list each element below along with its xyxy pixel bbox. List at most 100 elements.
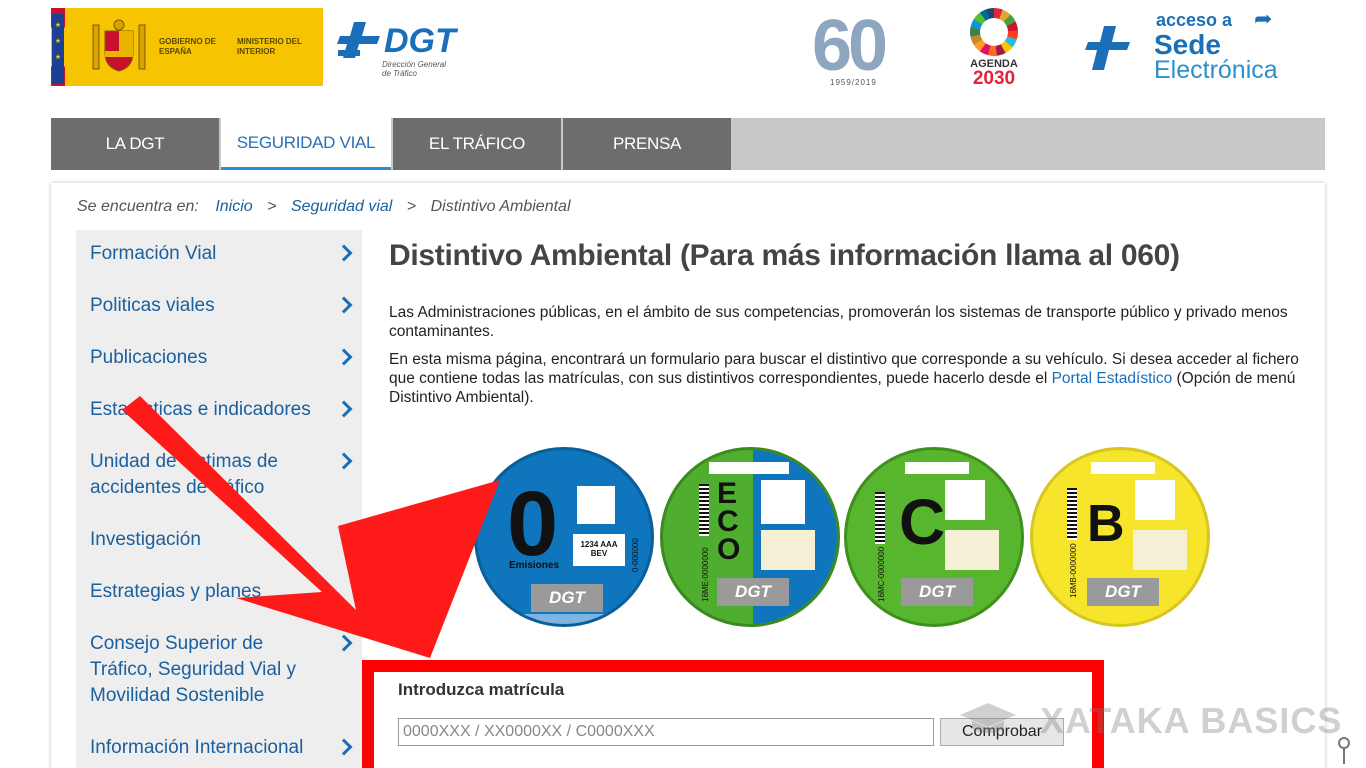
sidebar-item-estrategias[interactable]: Estrategias y planes [76,579,362,605]
sidebar-item-formacion-vial[interactable]: Formación Vial [76,241,362,267]
dgt-logo[interactable]: DGT Dirección General de Tráfico [336,14,476,84]
sidebar-item-label: Unidad de víctimas de accidentes de tráf… [90,451,278,498]
sticker-plate-type: BEV [590,549,608,558]
breadcrumb-current: Distintivo Ambiental [430,198,571,215]
sidebar-item-investigacion[interactable]: Investigación [76,527,362,553]
sticker-dgt-badge: DGT [901,578,973,606]
sticker-label-strip [1091,462,1155,474]
sidebar-item-politicas-viales[interactable]: Politicas viales [76,293,362,319]
sidebar-item-consejo-superior[interactable]: Consejo Superior de Tráfico, Seguridad V… [76,631,362,709]
sidebar-item-label: Formación Vial [90,243,217,264]
sticker-hologram [945,480,985,520]
sticker-letter: B [1087,495,1125,553]
breadcrumb-prefix: Se encuentra en: [77,198,199,215]
eu-flag-icon [51,8,65,86]
gobierno-label: GOBIERNO DE ESPAÑA [159,37,216,56]
sticker-hologram [761,480,805,524]
sticker-code: 16ME-0000000 [701,547,710,602]
sidebar-item-label: Información Internacional [90,737,304,758]
sticker-c: C 16MC-0000000 DGT [844,447,1024,627]
sticker-code: 16MC-0000000 [877,546,886,602]
intro-paragraph: Las Administraciones públicas, en el ámb… [389,304,1288,340]
sdg-wheel-icon [970,8,1018,56]
sidebar-item-label: Investigación [90,529,201,550]
sidebar-item-label: Consejo Superior de Tráfico, Seguridad V… [90,633,296,706]
chevron-right-icon [335,634,353,652]
sidebar-item-publicaciones[interactable]: Publicaciones [76,345,362,371]
chevron-right-icon [335,296,353,314]
tab-seguridad-vial[interactable]: SEGURIDAD VIAL [221,118,391,170]
tab-la-dgt[interactable]: LA DGT [51,118,219,170]
breadcrumb-separator: > [267,198,277,215]
chevron-right-icon [335,400,353,418]
dgt-mark-icon [1085,26,1130,70]
sidebar-item-label: Politicas viales [90,295,215,316]
dgt-subtitle: Dirección General de Tráfico [382,60,447,78]
sticker-hologram [1135,480,1175,520]
sticker-eco: ECO 16ME-0000000 DGT [660,447,840,627]
agenda-year: 2030 [972,68,1016,89]
chevron-right-icon [335,244,353,262]
barcode-icon [699,484,709,536]
sidebar-item-label: Estrategias y planes [90,581,262,602]
tab-el-trafico[interactable]: EL TRÁFICO [393,118,561,170]
sticker-code: 16MB-0000000 [1069,543,1078,598]
ministerio-label: MINISTERIO DEL INTERIOR [237,37,302,56]
sticker-label-strip [905,462,969,474]
chevron-right-icon [335,348,353,366]
info-paragraph: En esta misma página, encontrará un form… [389,350,1309,407]
chevron-right-icon [335,738,353,756]
sticker-dgt-badge: DGT [717,578,789,606]
sidebar: Formación Vial Politicas viales Publicac… [76,230,362,768]
plate-input[interactable] [398,718,934,746]
location-pin-icon[interactable] [1336,736,1352,764]
sticker-letter: 0 [507,473,559,575]
sidebar-item-informacion-internacional[interactable]: Información Internacional [76,735,362,761]
watermark: XATAKA BASICS [1040,700,1343,741]
barcode-icon [875,492,885,544]
sticker-label-strip [709,462,789,474]
dgt-wordmark: DGT [384,22,456,60]
graduation-cap-icon [960,703,1016,733]
sticker-security-pattern [761,530,815,570]
sidebar-item-label: Estadísticas e indicadores [90,399,311,420]
sticker-dgt-badge: DGT [1087,578,1159,606]
anniversary-number: 60 [812,6,888,86]
sticker-subtitle: Emisiones [509,560,560,571]
coat-of-arms-icon [92,19,146,72]
anniversary-years: 1959/2019 [830,78,877,87]
chevron-right-icon [335,452,353,470]
sticker-cero: 0 Emisiones 1234 AAA BEV 0-000000 DGT [474,447,654,627]
sidebar-item-label: Publicaciones [90,347,208,368]
gobierno-logo[interactable]: GOBIERNO DE ESPAÑA MINISTERIO DEL INTERI… [51,8,323,86]
sidebar-item-estadisticas[interactable]: Estadísticas e indicadores [76,397,362,423]
breadcrumb-inicio[interactable]: Inicio [215,198,252,215]
barcode-icon [1067,488,1077,540]
tab-prensa[interactable]: PRENSA [563,118,731,170]
sticker-letter: ECO [717,477,741,566]
portal-estadistico-link[interactable]: Portal Estadístico [1052,370,1173,387]
sticker-dgt-badge: DGT [531,584,603,612]
sede-prefix: acceso a [1156,10,1233,30]
breadcrumb: Se encuentra en: Inicio > Seguridad vial… [77,198,571,216]
sticker-letter: C [899,486,946,558]
share-arrow-icon: ➦ [1254,6,1273,31]
breadcrumb-separator: > [406,198,417,215]
anniversary-logo: 60 1959/2019 [812,8,908,90]
agenda-2030-logo[interactable]: AGENDA 2030 [964,8,1024,88]
page-title: Distintivo Ambiental (Para más informaci… [389,239,1180,272]
sticker-plate: 1234 AAA BEV [573,534,625,566]
sticker-hologram [577,486,615,524]
sticker-plate-number: 1234 AAA [580,540,618,549]
plate-label: Introduzca matrícula [398,680,565,699]
electronica-label: Electrónica [1154,56,1278,84]
sidebar-item-unidad-victimas[interactable]: Unidad de víctimas de accidentes de tráf… [76,449,362,501]
breadcrumb-seguridad-vial[interactable]: Seguridad vial [291,198,392,215]
sticker-security-pattern [1133,530,1187,570]
sticker-code: 0-000000 [631,538,640,572]
sticker-security-pattern [945,530,999,570]
dgt-mark-icon [337,22,380,58]
sede-electronica-link[interactable]: acceso a ➦ Sede Electrónica [1084,6,1294,90]
sticker-b: B 16MB-0000000 DGT [1030,447,1210,627]
main-nav: LA DGT SEGURIDAD VIAL EL TRÁFICO PRENSA [51,118,1325,170]
